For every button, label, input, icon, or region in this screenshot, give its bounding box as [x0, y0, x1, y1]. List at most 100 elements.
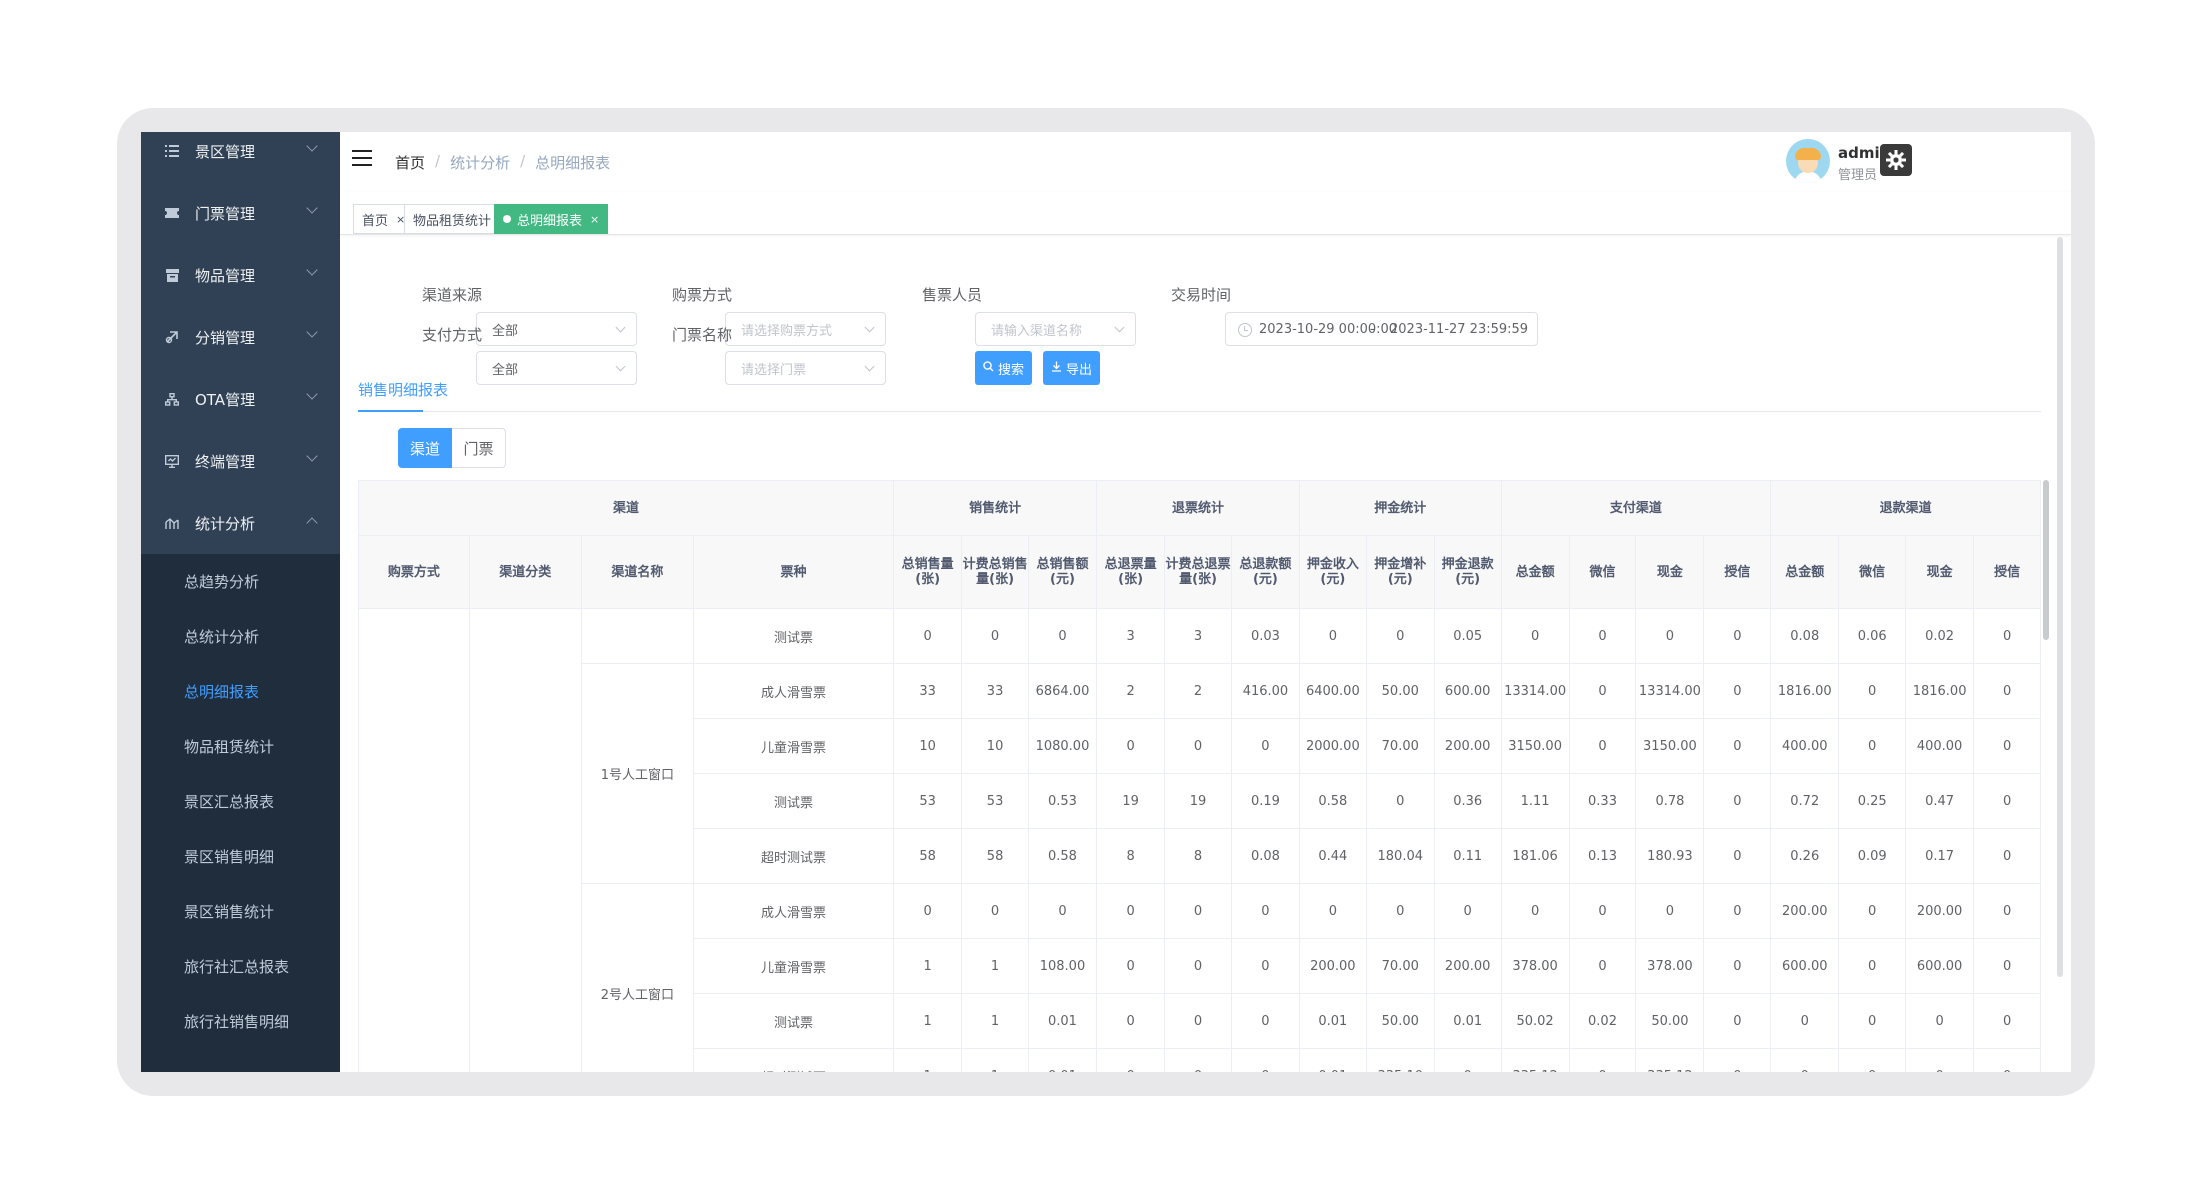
app-screen: 景区管理 门票管理 物品管理 分销管理 OTA管理 终端管理 统计分析 总趋势分…	[141, 132, 2071, 1072]
date-separator: -	[1370, 321, 1375, 337]
table-cell: 0	[1230, 883, 1301, 939]
purchase-method-select[interactable]: 请选择购票方式	[725, 312, 886, 346]
table-cell: 0	[1568, 938, 1637, 994]
table-cell: 0.58	[1027, 828, 1098, 884]
breadcrumb-home[interactable]: 首页	[395, 152, 425, 173]
sidebar-item-tickets[interactable]: 门票管理	[141, 182, 340, 244]
channel-name-cell	[580, 608, 694, 664]
table-cell: 0	[1703, 663, 1772, 719]
table-cell: 200.00	[1299, 938, 1367, 994]
table-cell: 2000.00	[1299, 718, 1367, 774]
chevron-down-icon	[615, 361, 626, 372]
trade-time-range[interactable]: 2023-10-29 00:00:00 - 2023-11-27 23:59:5…	[1225, 312, 1538, 346]
sub-item-more[interactable]	[141, 1049, 340, 1072]
chevron-down-icon	[615, 322, 626, 333]
table-cell: 0	[1500, 608, 1570, 664]
seller-select[interactable]: 请输入渠道名称	[975, 312, 1136, 346]
sub-item-detail-report[interactable]: 总明细报表	[141, 664, 340, 719]
tag-detail-report[interactable]: 总明细报表 ×	[494, 204, 609, 234]
monitor-icon	[163, 452, 181, 470]
channel-source-label: 渠道来源	[422, 286, 483, 304]
table-cell: 0	[1703, 883, 1772, 939]
breadcrumb-statistics: 统计分析	[450, 154, 511, 172]
page-scrollbar[interactable]	[2057, 237, 2063, 977]
table-cell: 8	[1096, 828, 1166, 884]
export-button-label: 导出	[1065, 362, 1092, 378]
statistics-submenu: 总趋势分析 总统计分析 总明细报表 物品租赁统计 景区汇总报表 景区销售明细 景…	[141, 554, 340, 1072]
chevron-down-icon	[306, 140, 318, 152]
column-header: 总退票量(张)	[1096, 535, 1166, 609]
sidebar-item-distribution[interactable]: 分销管理	[141, 306, 340, 368]
sub-item-trend[interactable]: 总趋势分析	[141, 554, 340, 609]
sidebar-item-statistics[interactable]: 统计分析	[141, 492, 340, 554]
column-header: 渠道名称	[580, 535, 694, 609]
table-cell: 400.00	[1770, 718, 1840, 774]
report-table: 渠道 销售统计 退票统计 押金统计 支付渠道 退款渠道 购票方式 渠道分类 渠道名称…	[358, 480, 2041, 1072]
table-cell: 0	[1164, 883, 1232, 939]
table-cell: 0.13	[1568, 828, 1637, 884]
date-end[interactable]: 2023-11-27 23:59:59	[1390, 322, 1528, 337]
table-cell: 1816.00	[1905, 663, 1975, 719]
sub-item-overall-stats[interactable]: 总统计分析	[141, 609, 340, 664]
gear-icon[interactable]	[1880, 144, 1912, 176]
table-cell: 1	[893, 993, 963, 1049]
navbar: 首页 / 统计分析 / 总明细报表 admin 管理员	[340, 132, 2071, 192]
sub-item-rental-stats[interactable]: 物品租赁统计	[141, 719, 340, 774]
sidebar-item-label: 门票管理	[195, 204, 256, 223]
export-button[interactable]: 导出	[1043, 351, 1100, 385]
table-cell: 416.00	[1230, 663, 1301, 719]
sub-item-agency-summary[interactable]: 旅行社汇总报表	[141, 939, 340, 994]
date-start[interactable]: 2023-10-29 00:00:00	[1259, 322, 1397, 337]
hamburger-icon[interactable]	[352, 150, 372, 166]
close-icon[interactable]: ×	[590, 213, 599, 226]
channel-source-select[interactable]: 全部	[476, 312, 637, 346]
sub-item-agency-sales-detail[interactable]: 旅行社销售明细	[141, 994, 340, 1049]
segment-channel[interactable]: 渠道	[398, 428, 452, 468]
table-cell: 0	[1703, 1048, 1772, 1072]
table-cell: 0	[893, 608, 963, 664]
table-cell: 0.01	[1433, 993, 1502, 1049]
tab-sales-detail-report[interactable]: 销售明细报表	[358, 379, 448, 400]
ticket-name-select[interactable]: 请选择门票	[725, 351, 886, 385]
column-header: 微信	[1568, 535, 1637, 609]
sidebar-item-terminal[interactable]: 终端管理	[141, 430, 340, 492]
table-cell: 3	[1096, 608, 1166, 664]
sub-item-scenic-summary[interactable]: 景区汇总报表	[141, 774, 340, 829]
breadcrumb-separator: /	[435, 152, 441, 170]
sub-item-scenic-sales-stats[interactable]: 景区销售统计	[141, 884, 340, 939]
table-cell: 0	[1973, 1048, 2041, 1072]
segment-ticket[interactable]: 门票	[452, 428, 506, 468]
table-cell: 0	[893, 883, 963, 939]
sidebar-item-ota[interactable]: OTA管理	[141, 368, 340, 430]
table-cell: 0	[1973, 883, 2041, 939]
group-header-refund: 退票统计	[1096, 480, 1300, 536]
table-cell: 0	[1973, 993, 2041, 1049]
table-cell: 50.02	[1500, 993, 1570, 1049]
purchase-method-placeholder: 请选择购票方式	[741, 323, 833, 339]
table-cell: 0	[1838, 883, 1907, 939]
table-cell: 180.93	[1635, 828, 1705, 884]
table-cell: 335.12	[1500, 1048, 1570, 1072]
column-header: 票种	[692, 535, 895, 609]
download-icon	[1051, 361, 1062, 376]
table-cell: 1	[961, 938, 1029, 994]
table-cell: 8	[1164, 828, 1232, 884]
sidebar-item-scenic[interactable]: 景区管理	[141, 132, 340, 182]
seller-placeholder: 请输入渠道名称	[991, 323, 1083, 339]
sidebar-item-goods[interactable]: 物品管理	[141, 244, 340, 306]
search-button[interactable]: 搜索	[975, 351, 1032, 385]
table-scrollbar[interactable]	[2043, 480, 2049, 640]
table-cell: 0	[1973, 608, 2041, 664]
table-cell: 13314.00	[1500, 663, 1570, 719]
payment-select[interactable]: 全部	[476, 351, 637, 385]
sub-item-scenic-sales-detail[interactable]: 景区销售明细	[141, 829, 340, 884]
sidebar: 景区管理 门票管理 物品管理 分销管理 OTA管理 终端管理 统计分析 总趋势分…	[141, 132, 340, 1072]
table-cell: 0.09	[1838, 828, 1907, 884]
table-cell: 0	[1703, 718, 1772, 774]
table-cell: 0.53	[1027, 773, 1098, 829]
table-cell: 58	[893, 828, 963, 884]
table-row: 1号人工窗口 成人滑雪票 33 33 6864.00 2 2 416.00 6400.00 50.…	[359, 663, 2041, 884]
avatar[interactable]	[1786, 139, 1830, 183]
ticket-icon	[163, 204, 181, 222]
chevron-down-icon	[306, 202, 318, 214]
